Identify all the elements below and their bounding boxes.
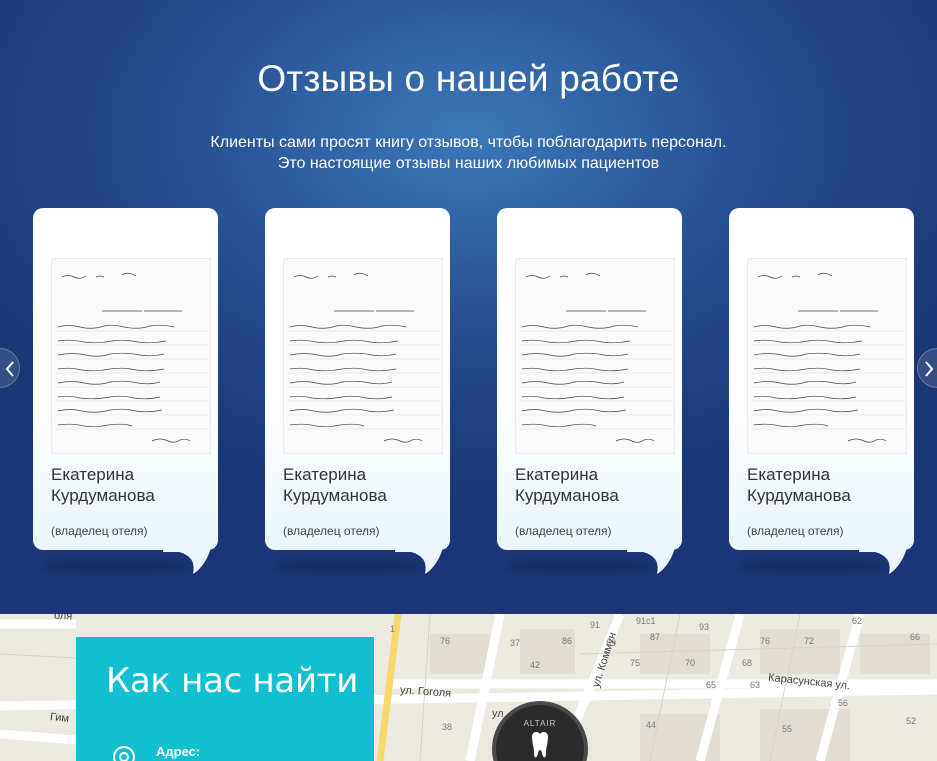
house-number: 42 <box>530 660 541 670</box>
house-number: 70 <box>685 658 696 668</box>
reviewer-role: (владелец отеля) <box>747 524 844 538</box>
reviewer-first-name: Екатерина <box>747 465 831 484</box>
handwritten-letter-icon <box>56 272 208 443</box>
speech-bubble-tail <box>859 538 909 574</box>
reviewer-last-name: Курдуманова <box>747 486 851 505</box>
reviewer-role: (владелец отеля) <box>51 524 148 538</box>
handwritten-letter-icon <box>520 272 672 443</box>
house-number: 91 <box>590 620 601 630</box>
find-us-panel: Как нас найти Адрес: <box>76 637 374 761</box>
house-number: 38 <box>442 722 453 732</box>
house-number: 86 <box>562 636 573 646</box>
house-number: 87 <box>650 632 661 642</box>
house-number: 68 <box>742 658 753 668</box>
reviewer-role: (владелец отеля) <box>515 524 612 538</box>
house-number: 1 <box>390 624 396 634</box>
reviewer-name: Екатерина Курдуманова <box>283 464 443 506</box>
speech-bubble-tail <box>627 538 677 574</box>
address-label: Адрес: <box>156 744 201 759</box>
find-us-title: Как нас найти <box>106 661 359 701</box>
tooth-icon <box>532 732 548 758</box>
house-number: 72 <box>804 636 815 646</box>
handwritten-letter-icon <box>752 272 904 443</box>
reviewer-last-name: Курдуманова <box>515 486 619 505</box>
review-letter-image[interactable] <box>283 258 443 454</box>
review-card[interactable]: Екатерина Курдуманова (владелец отеля) <box>33 208 218 574</box>
street-lya-label: оля <box>53 614 73 623</box>
chevron-right-icon <box>925 361 934 377</box>
reviewer-first-name: Екатерина <box>51 465 135 484</box>
clinic-map-marker[interactable]: ALTAIR <box>492 701 588 761</box>
house-number: 76 <box>760 636 771 646</box>
reviewer-name: Екатерина Курдуманова <box>747 464 907 506</box>
house-number: 66 <box>910 632 921 642</box>
speech-bubble-tail <box>395 538 445 574</box>
handwritten-letter-icon <box>288 272 440 443</box>
reviewer-name: Екатерина Курдуманова <box>515 464 675 506</box>
reviews-subtitle: Клиенты сами просят книгу отзывов, чтобы… <box>0 132 937 174</box>
house-number: 44 <box>646 720 657 730</box>
house-number: 63 <box>750 680 761 690</box>
reviewer-role: (владелец отеля) <box>283 524 380 538</box>
house-number: 93 <box>699 622 710 632</box>
review-card[interactable]: Екатерина Курдуманова (владелец отеля) <box>497 208 682 574</box>
house-number: 56 <box>838 698 849 708</box>
speech-bubble-tail <box>163 538 213 574</box>
next-arrow-button[interactable] <box>917 348 937 388</box>
house-number: 55 <box>782 724 793 734</box>
review-letter-image[interactable] <box>51 258 211 454</box>
reviewer-first-name: Екатерина <box>283 465 367 484</box>
house-number: 37 <box>510 638 521 648</box>
house-number: 91с1 <box>636 616 656 626</box>
street-gim-label: Гим <box>49 711 70 725</box>
reviewer-last-name: Курдуманова <box>283 486 387 505</box>
reviewer-last-name: Курдуманова <box>51 486 155 505</box>
prev-arrow-button[interactable] <box>0 348 20 388</box>
house-number: 76 <box>440 636 451 646</box>
reviewer-first-name: Екатерина <box>515 465 599 484</box>
reviews-subtitle-line1: Клиенты сами просят книгу отзывов, чтобы… <box>210 134 727 151</box>
house-number: 89 <box>606 638 617 648</box>
location-pin-icon <box>113 746 135 761</box>
review-card[interactable]: Екатерина Курдуманова (владелец отеля) <box>729 208 914 574</box>
house-number: 52 <box>906 716 917 726</box>
house-number: 75 <box>630 658 641 668</box>
chevron-left-icon <box>5 361 14 377</box>
review-letter-image[interactable] <box>515 258 675 454</box>
reviews-section: Отзывы о нашей работе Клиенты сами прося… <box>0 0 937 614</box>
reviews-title: Отзывы о нашей работе <box>257 58 680 99</box>
reviewer-name: Екатерина Курдуманова <box>51 464 211 506</box>
reviews-subtitle-line2: Это настоящие отзывы наших любимых пацие… <box>277 155 660 172</box>
review-letter-image[interactable] <box>747 258 907 454</box>
house-number: 62 <box>852 616 863 626</box>
review-card[interactable]: Екатерина Курдуманова (владелец отеля) <box>265 208 450 574</box>
house-number: 65 <box>706 680 717 690</box>
